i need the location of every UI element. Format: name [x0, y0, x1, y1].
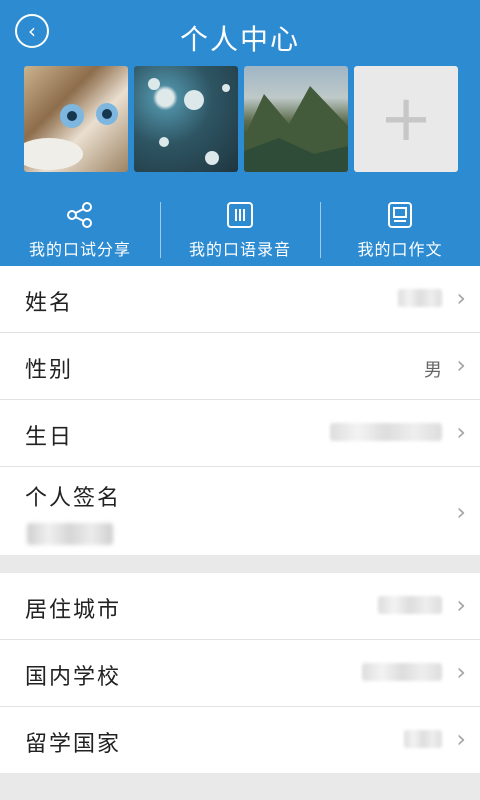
residence-city-row[interactable]: 居住城市 ›: [0, 573, 480, 640]
action-bar: 我的口试分享 我的口语录音 我的口作文: [0, 198, 480, 262]
signature-row[interactable]: 个人签名 ›: [0, 467, 480, 555]
page-title: 个人中心: [179, 23, 300, 56]
profile-info-list: 姓名 › 性别 男 › 生日 › 个人签名 ›: [0, 266, 480, 555]
action-label: 我的口试分享: [28, 240, 131, 259]
birthday-row[interactable]: 生日 ›: [0, 400, 480, 467]
education-info-list: 居住城市 › 国内学校 › 留学国家 ›: [0, 573, 480, 773]
domestic-school-row[interactable]: 国内学校 ›: [0, 640, 480, 707]
chevron-right-icon: ›: [456, 658, 466, 686]
chevron-right-icon: ›: [456, 498, 466, 526]
waterdrop-image-art: [148, 78, 230, 165]
domestic-school-value: [362, 663, 442, 686]
row-label: 姓名: [25, 291, 74, 316]
study-abroad-country-value: [404, 730, 442, 753]
plus-icon: +: [379, 82, 433, 156]
my-essay-button[interactable]: 我的口作文: [320, 198, 480, 262]
row-label: 留学国家: [25, 732, 122, 757]
gender-value: 男: [424, 360, 442, 381]
action-label: 我的口作文: [357, 240, 443, 259]
cat-photo[interactable]: [24, 66, 128, 172]
study-abroad-country-row[interactable]: 留学国家 ›: [0, 707, 480, 773]
add-photo-button[interactable]: +: [354, 66, 458, 172]
row-label: 居住城市: [25, 598, 122, 623]
my-oral-exam-share-button[interactable]: 我的口试分享: [0, 198, 160, 262]
row-label: 性别: [25, 358, 74, 383]
essay-icon: [320, 198, 480, 232]
mountain-image-art: [244, 86, 348, 172]
profile-header: ‹ 个人中心 + 我的口试分享 我的口语录音 我的口作文: [0, 0, 480, 266]
chevron-right-icon: ›: [456, 591, 466, 619]
row-label: 个人签名: [25, 486, 122, 511]
chevron-right-icon: ›: [456, 284, 466, 312]
action-label: 我的口语录音: [188, 240, 291, 259]
name-value: [398, 289, 442, 312]
row-label: 国内学校: [25, 665, 122, 690]
cat-image-art: [24, 103, 118, 170]
waterdrop-photo[interactable]: [134, 66, 238, 172]
chevron-right-icon: ›: [456, 418, 466, 446]
photo-gallery: +: [24, 66, 458, 172]
mountain-photo[interactable]: [244, 66, 348, 172]
gender-row[interactable]: 性别 男 ›: [0, 333, 480, 400]
chevron-right-icon: ›: [456, 725, 466, 753]
birthday-value: [330, 423, 442, 446]
name-row[interactable]: 姓名 ›: [0, 266, 480, 333]
signature-value: [27, 523, 113, 545]
my-oral-recording-button[interactable]: 我的口语录音: [160, 198, 320, 262]
row-label: 生日: [25, 425, 74, 450]
chevron-right-icon: ›: [456, 351, 466, 379]
residence-city-value: [378, 596, 442, 619]
recording-icon: [160, 198, 320, 232]
share-icon: [0, 198, 160, 232]
